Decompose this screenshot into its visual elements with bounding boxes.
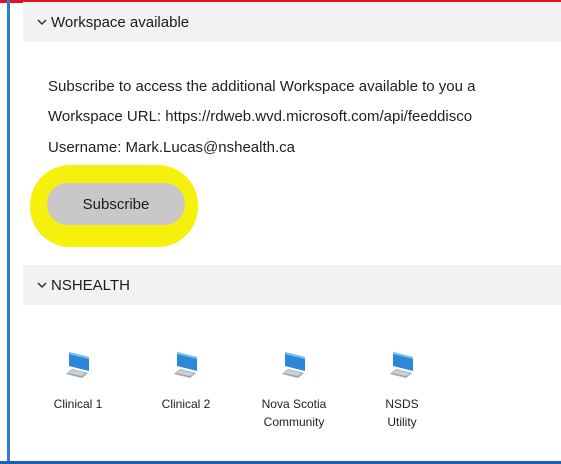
workspace-available-header[interactable]: Workspace available	[23, 2, 561, 42]
workspace-description: Subscribe to access the additional Works…	[48, 78, 476, 95]
remote-desktop-icon	[282, 352, 305, 378]
subscribe-button[interactable]: Subscribe	[47, 183, 185, 225]
remote-desktop-icon	[174, 352, 197, 378]
workspace-url: Workspace URL: https://rdweb.wvd.microso…	[48, 108, 473, 125]
app-tile-nsds-utility[interactable]: NSDS Utility	[357, 348, 447, 431]
chevron-down-icon	[23, 18, 51, 26]
remote-desktop-icon	[390, 352, 413, 378]
app-label: Clinical 1	[53, 397, 103, 411]
remote-desktop-icon	[66, 352, 89, 378]
app-label: Nova Scotia Community	[261, 397, 327, 429]
app-tile-clinical-1[interactable]: Clinical 1	[33, 348, 123, 413]
app-label: NSDS Utility	[385, 397, 419, 429]
section-title: Workspace available	[51, 13, 190, 31]
section-title: NSHEALTH	[51, 276, 130, 294]
chevron-down-icon	[23, 281, 51, 289]
left-accent-bar	[7, 0, 10, 464]
nshealth-header[interactable]: NSHEALTH	[23, 265, 561, 305]
app-tile-clinical-2[interactable]: Clinical 2	[141, 348, 231, 413]
workspace-username: Username: Mark.Lucas@nshealth.ca	[48, 139, 296, 156]
app-label: Clinical 2	[161, 397, 211, 411]
remote-desktop-client: Workspace available Subscribe to access …	[0, 0, 561, 464]
app-tile-nova-scotia-community[interactable]: Nova Scotia Community	[249, 348, 339, 431]
